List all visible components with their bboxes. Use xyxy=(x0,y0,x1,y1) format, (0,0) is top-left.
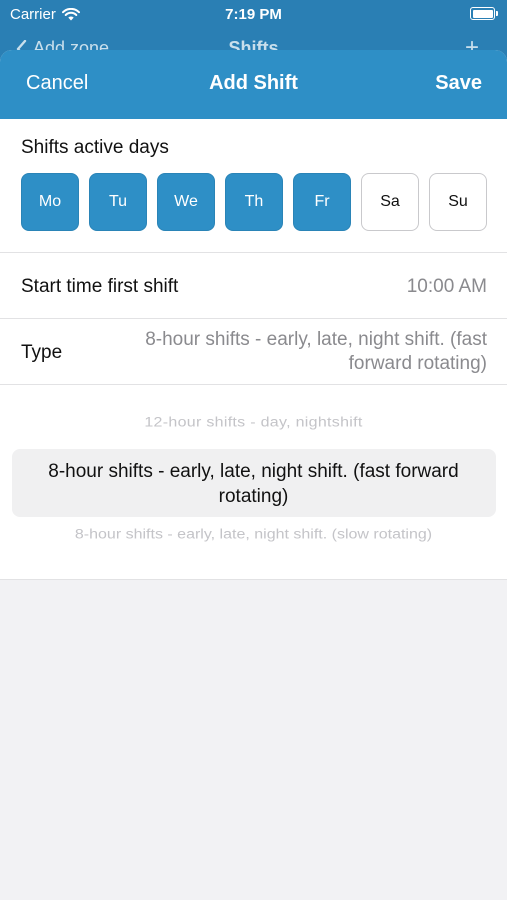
add-shift-sheet: Cancel Add Shift Save Shifts active days… xyxy=(0,50,507,900)
day-toggle-th[interactable]: Th xyxy=(225,173,283,231)
active-days-label: Shifts active days xyxy=(21,137,169,158)
day-toggle-su[interactable]: Su xyxy=(429,173,487,231)
day-toggle-row: Mo Tu We Th Fr Sa Su xyxy=(21,173,487,231)
status-bar: Carrier 7:19 PM xyxy=(0,0,507,28)
shift-type-row[interactable]: Type 8-hour shifts - early, late, night … xyxy=(0,319,507,385)
day-toggle-we[interactable]: We xyxy=(157,173,215,231)
sheet-header: Cancel Add Shift Save xyxy=(0,50,507,119)
picker-option[interactable]: 8-hour shifts - early, late, night shift… xyxy=(60,527,447,542)
active-days-section: Shifts active days Mo Tu We Th Fr Sa Su xyxy=(0,119,507,253)
picker-option-selected[interactable]: 8-hour shifts - early, late, night shift… xyxy=(40,459,467,509)
shift-type-picker[interactable]: 12-hour shifts - day, nightshift 8-hour … xyxy=(0,385,507,580)
day-toggle-mo[interactable]: Mo xyxy=(21,173,79,231)
save-button[interactable]: Save xyxy=(435,72,482,95)
start-time-label: Start time first shift xyxy=(21,276,179,297)
start-time-value: 10:00 AM xyxy=(406,276,487,297)
day-toggle-sa[interactable]: Sa xyxy=(361,173,419,231)
day-toggle-tu[interactable]: Tu xyxy=(89,173,147,231)
status-time: 7:19 PM xyxy=(225,6,282,23)
start-time-row[interactable]: Start time first shift 10:00 AM xyxy=(0,253,507,319)
picker-option[interactable]: 12-hour shifts - day, nightshift xyxy=(0,415,507,430)
day-toggle-fr[interactable]: Fr xyxy=(293,173,351,231)
shift-form: Shifts active days Mo Tu We Th Fr Sa Su … xyxy=(0,119,507,580)
battery-icon xyxy=(470,7,498,20)
shift-type-label: Type xyxy=(21,342,63,363)
shift-type-value: 8-hour shifts - early, late, night shift… xyxy=(145,329,487,374)
sheet-title: Add Shift xyxy=(209,72,298,94)
